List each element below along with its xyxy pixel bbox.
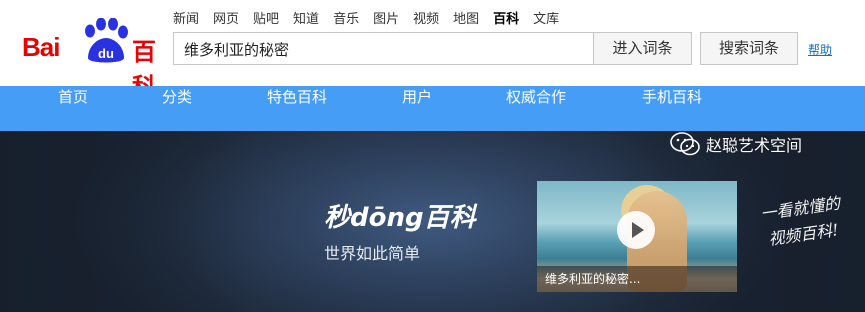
top-nav-wenku[interactable]: 文库	[533, 8, 559, 27]
baidu-baike-logo[interactable]: Bai du 百科	[22, 18, 160, 101]
video-thumbnail[interactable]: 维多利亚的秘密...	[537, 181, 737, 292]
top-nav-video[interactable]: 视频	[413, 8, 439, 27]
main-nav-categories[interactable]: 分类	[162, 86, 192, 131]
promo-banner[interactable]: 秒dōng百科 世界如此简单 维多利亚的秘密... 一看就懂的 视频百科!	[0, 131, 865, 312]
site-header: Bai du 百科 新闻 网页 贴吧 知道 音乐 图片 视频 地图 百科 文库 …	[0, 0, 865, 101]
top-nav-music[interactable]: 音乐	[333, 8, 359, 27]
watermark-text: 赵聪艺术空间	[706, 136, 803, 155]
top-nav: 新闻 网页 贴吧 知道 音乐 图片 视频 地图 百科 文库	[173, 8, 573, 27]
search-input[interactable]: 维多利亚的秘密	[173, 32, 593, 65]
main-nav-mobile[interactable]: 手机百科	[642, 86, 702, 131]
top-nav-images[interactable]: 图片	[373, 8, 399, 27]
top-nav-tieba[interactable]: 贴吧	[253, 8, 279, 27]
main-nav-home[interactable]: 首页	[58, 86, 88, 131]
top-nav-web[interactable]: 网页	[213, 8, 239, 27]
banner-brand: 秒dōng百科	[324, 203, 476, 233]
banner-tagline: 世界如此简单	[324, 244, 421, 263]
main-nav-featured[interactable]: 特色百科	[267, 86, 327, 131]
wechat-icon	[670, 132, 700, 156]
help-link[interactable]: 帮助	[808, 41, 832, 58]
handwritten-slogan: 一看就懂的 视频百科!	[758, 194, 865, 255]
top-nav-map[interactable]: 地图	[453, 8, 479, 27]
paw-icon: du	[85, 18, 128, 63]
top-nav-news[interactable]: 新闻	[173, 8, 199, 27]
main-nav-users[interactable]: 用户	[402, 86, 432, 131]
play-icon[interactable]	[617, 211, 655, 249]
top-nav-zhidao[interactable]: 知道	[293, 8, 319, 27]
main-nav: 首页 分类 特色百科 用户 权威合作 手机百科	[0, 86, 865, 131]
video-caption: 维多利亚的秘密...	[545, 272, 641, 286]
search-entry-button[interactable]: 搜索词条	[700, 32, 798, 65]
wechat-watermark: 赵聪艺术空间	[670, 131, 802, 157]
logo-du-text: du	[98, 46, 114, 61]
enter-entry-button[interactable]: 进入词条	[593, 32, 692, 65]
top-nav-baike[interactable]: 百科	[493, 8, 519, 27]
main-nav-partners[interactable]: 权威合作	[506, 86, 566, 131]
logo-bai-text: Bai	[22, 32, 60, 62]
